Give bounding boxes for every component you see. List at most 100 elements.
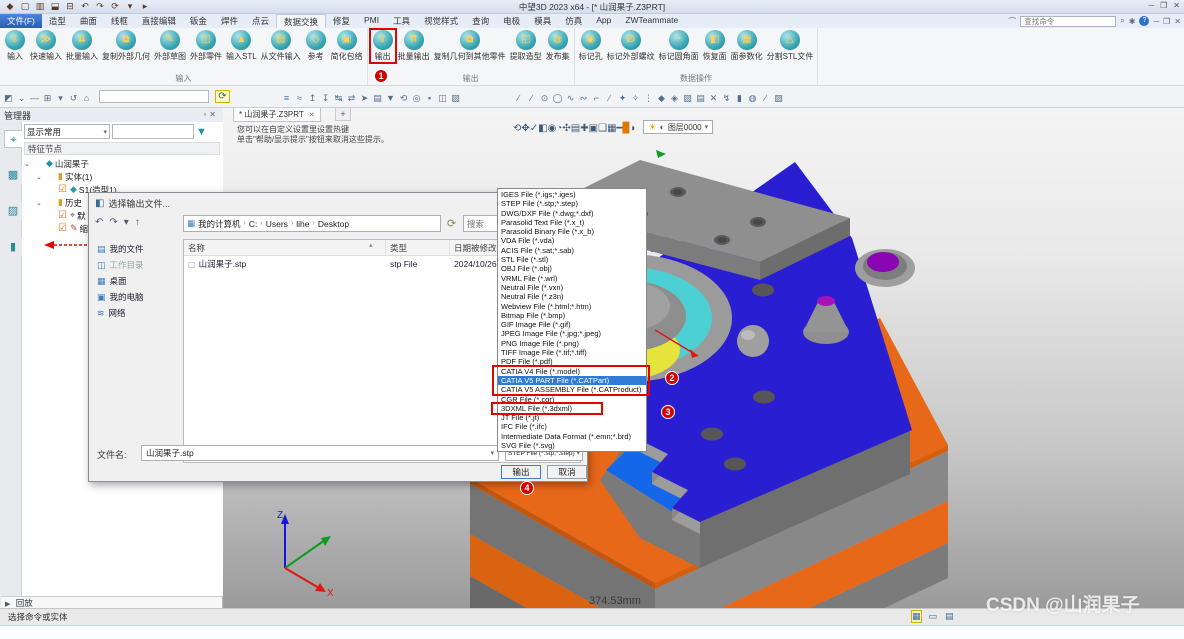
tool-icon[interactable]: ∿ [564,93,577,104]
viewport-tool-icon[interactable]: ❏ [598,123,607,134]
doc-restore-icon[interactable]: ❐ [1163,17,1170,26]
ribbon-button[interactable]: ◇ 参考 [303,29,329,63]
tool-icon[interactable]: ▾ [54,93,67,104]
tool-icon[interactable]: ▼ [384,93,397,103]
manager-tab-icon[interactable]: ⌖ [4,130,22,148]
menu-tab[interactable]: 钣金 [183,14,214,28]
filetype-option[interactable]: Webview File (*.html;*.htm) [498,302,646,311]
menu-tab[interactable]: App [589,14,618,28]
ribbon-button[interactable]: ◱ 提取造型 [508,29,544,63]
filetype-option[interactable]: DWG/DXF File (*.dwg;*.dxf) [498,209,646,218]
menu-tab[interactable]: ZWTeammate [618,14,685,28]
ribbon-button[interactable]: ⇊ 批量输入 [64,29,100,63]
tool-icon[interactable]: ↯ [720,93,733,104]
checkbox-icon[interactable]: ☑ [58,184,68,195]
restore-icon[interactable]: ❐ [1160,1,1167,10]
ribbon-button[interactable]: ✎ 外部草图 [152,29,188,63]
viewport-tool-icon[interactable]: ✣ [562,123,570,134]
menu-tab[interactable]: PMI [357,14,386,28]
expander-icon[interactable]: ⌄ [36,199,44,207]
ribbon-button[interactable]: ◍ 发布集 [544,29,572,63]
filetype-option[interactable]: CATIA V4 File (*.model) [498,367,646,376]
ribbon-button[interactable]: ▤ 从文件输入 [259,29,303,63]
tool-icon[interactable]: ◩ [2,93,15,104]
menu-tab[interactable]: 视觉样式 [417,14,465,28]
ribbon-button[interactable]: ◉ 标记孔 [577,29,605,63]
filetype-option[interactable]: CGR File (*.cgr) [498,395,646,404]
pin-icon[interactable]: ⌒ [1008,16,1016,27]
filetype-option[interactable]: Intermediate Data Format (*.emn;*.brd) [498,432,646,441]
nav-arrow-icon[interactable]: ▾ [124,217,129,228]
filetype-option[interactable]: OBJ File (*.obj) [498,264,646,273]
filetype-option[interactable]: VDA File (*.vda) [498,236,646,245]
filetype-option[interactable]: Neutral File (*.vxn) [498,283,646,292]
filename-input[interactable]: 山润果子.stp ▾ [141,445,499,461]
sidebar-place[interactable]: ◫ 工作目录 [97,257,179,273]
tool-icon[interactable]: ➤ [358,93,371,104]
viewport-tool-icon[interactable]: ▤ [571,123,580,134]
filetype-option[interactable]: TIFF Image File (*.tif;*.tiff) [498,348,646,357]
viewport-tool-icon[interactable]: ▦ [607,123,616,134]
status-icon[interactable]: ▭ [929,611,938,622]
sidebar-place[interactable]: ≋ 网络 [97,305,179,321]
tool-icon[interactable]: ⊞ [41,93,54,104]
tree-node[interactable]: ⌄ ▮ 实体(1) [24,170,220,183]
filetype-option[interactable]: CATIA V5 PART File (*.CATPart) [498,375,646,386]
export-button[interactable]: 输出 [501,465,541,479]
filetype-option[interactable]: IGES File (*.igs;*.iges) [498,190,646,199]
ribbon-button[interactable]: ⧉ 复制外部几何 [100,29,152,63]
tool-icon[interactable]: ◍ [746,93,759,104]
viewport-tool-icon[interactable]: ✓ [530,123,538,134]
tree-node[interactable]: ⌄ ◆ 山润果子 [24,157,220,170]
tool-icon[interactable]: ◫ [436,93,449,104]
menu-tab[interactable]: 查询 [465,14,496,28]
tool-icon[interactable]: ⊙ [538,93,551,104]
close-icon[interactable]: ✕ [1173,1,1180,10]
doc-minimize-icon[interactable]: ─ [1153,17,1159,26]
filetype-option[interactable]: GIF Image File (*.gif) [498,320,646,329]
ribbon-button[interactable]: ▲ 输入STL [224,29,259,63]
tool-icon[interactable]: ≈ [293,93,306,103]
ribbon-button[interactable]: ◔ 标记圆角面 [657,29,701,63]
menu-tab[interactable]: 焊件 [214,14,245,28]
tool-icon[interactable]: ⋮ [642,93,655,104]
manager-tab-icon[interactable]: ▩ [4,166,22,184]
filetype-option[interactable]: VRML File (*.wrl) [498,274,646,283]
filetype-option[interactable]: CATIA V5 ASSEMBLY File (*.CATProduct) [498,385,646,394]
filetype-option[interactable]: Neutral File (*.z3n) [498,292,646,301]
tool-icon[interactable]: — [28,93,41,103]
menu-tab[interactable]: 曲面 [73,14,104,28]
tab-close-icon[interactable]: ✕ [309,111,315,119]
tool-icon[interactable]: ≡ [280,93,293,103]
menu-tab[interactable]: 文件(F) [0,14,42,28]
filetype-option[interactable]: IFC File (*.ifc) [498,422,646,431]
tool-icon[interactable]: ▮ [733,93,746,104]
tool-icon[interactable]: ↧ [319,93,332,104]
menu-tab[interactable]: 仿真 [558,14,589,28]
tool-icon[interactable]: ▨ [449,93,462,104]
ribbon-button[interactable]: ⇩ 输入 [2,29,28,63]
filetype-option[interactable]: PNG Image File (*.png) [498,339,646,348]
filetype-option[interactable]: Parasolid Text File (*.x_t) [498,218,646,227]
filetype-option[interactable]: Parasolid Binary File (*.x_b) [498,227,646,236]
filetype-option[interactable]: ACIS File (*.sat;*.sab) [498,246,646,255]
tool-icon[interactable]: ◯ [551,93,564,104]
ribbon-button[interactable]: ⧉ 复制几何到其他零件 [432,29,508,63]
command-search-input[interactable] [1020,15,1117,27]
menu-tab[interactable]: 工具 [386,14,417,28]
menu-tab[interactable]: 数据交换 [275,14,326,28]
menu-tab[interactable]: 模具 [527,14,558,28]
filetype-option[interactable]: JPEG Image File (*.jpg;*.jpeg) [498,329,646,338]
tool-icon[interactable]: ∕ [525,93,538,103]
ribbon-button[interactable]: ▣ 简化包络 [329,29,365,63]
tool-icon[interactable]: ▤ [694,93,707,104]
tool-icon[interactable]: ▤ [371,93,384,104]
doc-close-icon[interactable]: ✕ [1174,17,1181,26]
tool-icon[interactable]: ∕ [603,93,616,103]
menu-tab[interactable]: 电极 [496,14,527,28]
menu-tab[interactable]: 造型 [42,14,73,28]
filetype-option[interactable]: 3DXML File (*.3dxml) [498,404,646,413]
tool-icon[interactable]: ↺ [67,93,80,104]
tool-icon[interactable]: ▨ [772,93,785,104]
menu-tab[interactable]: 直接编辑 [135,14,183,28]
